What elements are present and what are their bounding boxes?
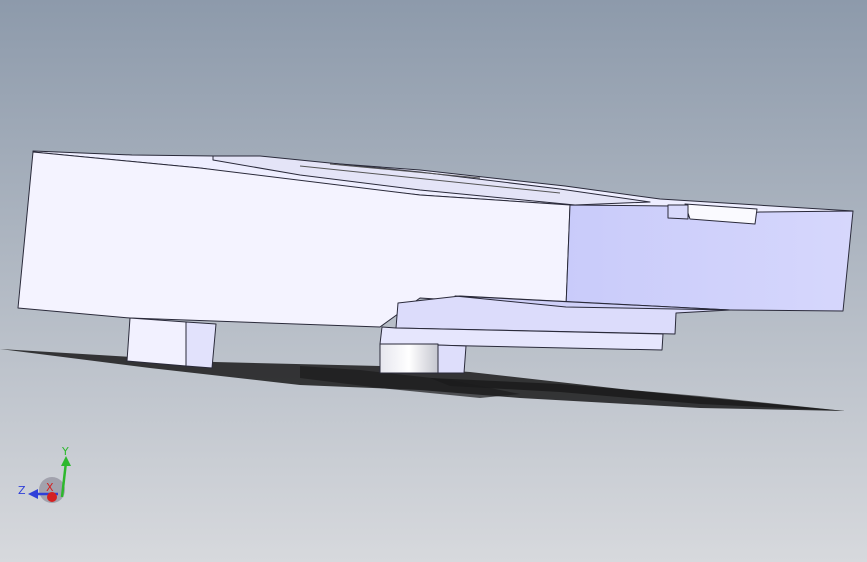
3d-viewport[interactable]: Y Z X — [0, 0, 867, 562]
x-axis-label: X — [46, 481, 54, 494]
cylinder-leg — [379, 343, 439, 374]
left-leg-side — [185, 321, 217, 369]
left-leg — [126, 317, 187, 367]
viewport-canvas[interactable]: Y Z X — [0, 0, 867, 562]
z-axis-label: Z — [18, 484, 26, 497]
cylinder-leg-side — [437, 344, 467, 374]
y-axis-label: Y — [61, 445, 69, 458]
